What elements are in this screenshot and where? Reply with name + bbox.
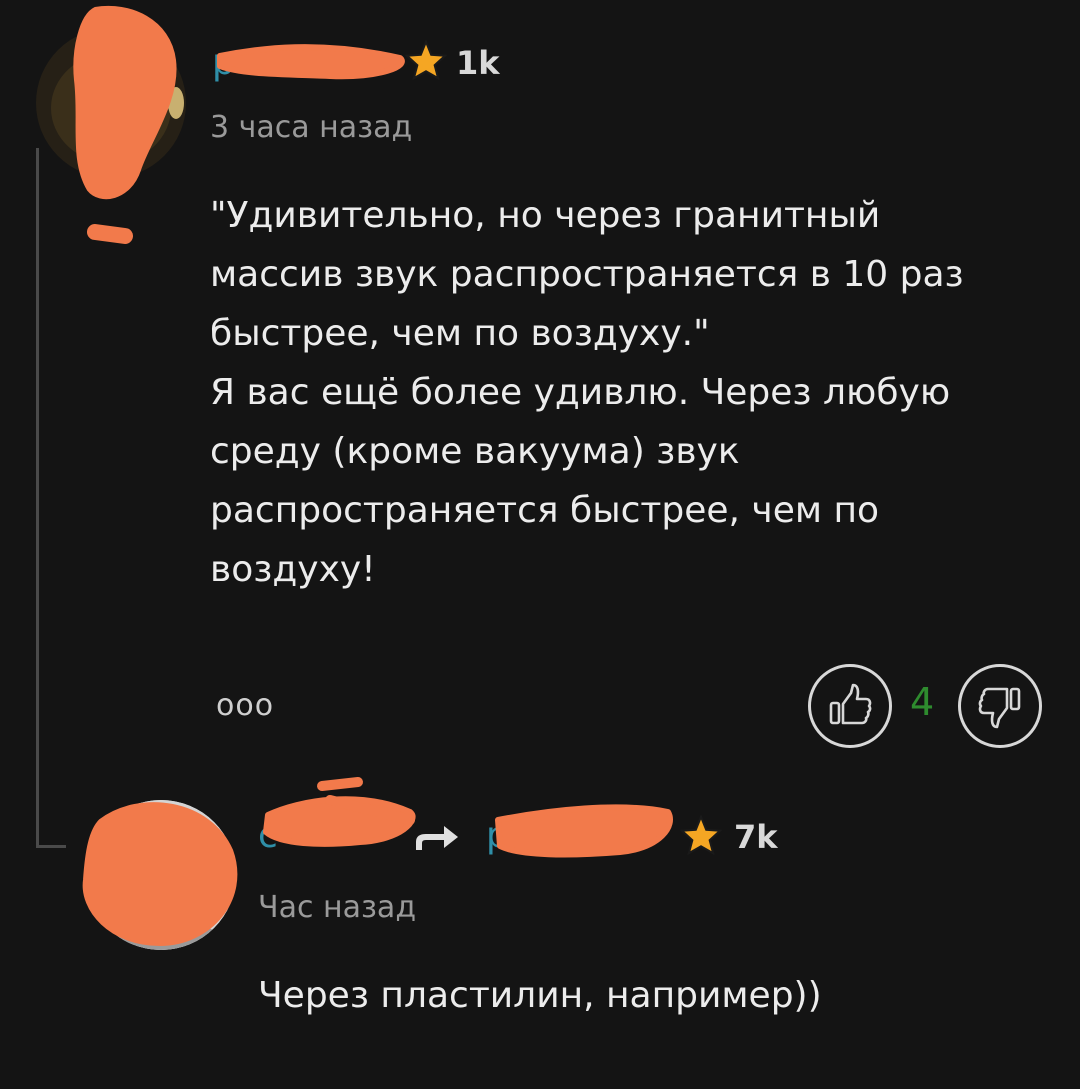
comment-timestamp: 3 часа назад — [210, 110, 413, 145]
reply-arrow-icon — [416, 826, 458, 850]
reply-to-user[interactable]: p — [486, 815, 509, 856]
reply-author[interactable]: c — [258, 815, 278, 856]
reply-to-label: p — [486, 815, 509, 856]
author-rating: 1k — [456, 44, 500, 82]
reply-author-label: c — [258, 815, 278, 856]
thread-line — [36, 148, 39, 848]
thumbs-down-icon — [978, 687, 1021, 729]
avatar[interactable] — [36, 28, 186, 178]
thread-line-branch — [36, 845, 66, 848]
thumbs-up-icon — [829, 683, 872, 725]
more-options-button[interactable]: ooo — [216, 688, 274, 723]
reply-body: Через пластилин, например)) — [258, 975, 822, 1016]
reply-author-rating: 7k — [734, 818, 778, 856]
upvote-button[interactable] — [808, 664, 892, 748]
comment-author-label: p — [212, 42, 235, 83]
comment-author[interactable]: p — [212, 42, 235, 83]
reply-avatar[interactable] — [86, 800, 236, 950]
downvote-button[interactable] — [958, 664, 1042, 748]
star-icon — [680, 815, 722, 855]
vote-count: 4 — [910, 680, 935, 724]
comment-body: "Удивительно, но через гранитный массив … — [210, 195, 964, 590]
star-icon — [405, 40, 447, 80]
reply-timestamp: Час назад — [258, 890, 417, 925]
